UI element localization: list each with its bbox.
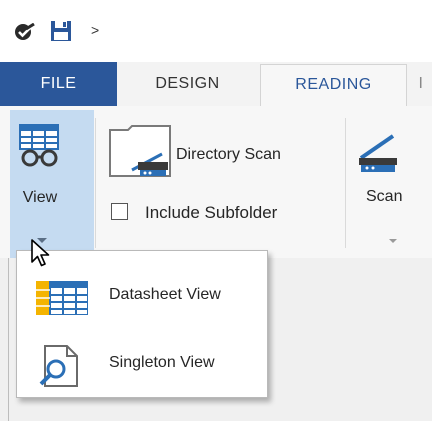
menu-item-label: Singleton View xyxy=(109,354,215,371)
tab-design[interactable]: DESIGN xyxy=(117,62,258,106)
directory-scan-button[interactable]: Directory Scan xyxy=(176,146,281,164)
mouse-pointer-icon xyxy=(30,238,52,273)
quick-access-toolbar: > xyxy=(0,0,432,62)
chevron-down-icon[interactable] xyxy=(389,239,397,243)
tab-overflow[interactable]: I xyxy=(410,62,432,106)
view-dropdown-menu: Datasheet View Singleton View xyxy=(16,250,268,398)
datasheet-grid-icon xyxy=(36,280,89,320)
view-button[interactable]: View xyxy=(10,110,94,258)
menu-item-datasheet-view[interactable]: Datasheet View xyxy=(17,259,267,327)
include-subfolder-checkbox[interactable] xyxy=(111,203,128,220)
group-divider xyxy=(345,118,346,248)
view-grid-glasses-icon xyxy=(18,124,62,173)
menu-item-singleton-view[interactable]: Singleton View xyxy=(17,327,267,395)
document-edge xyxy=(8,258,9,421)
customize-toolbar-button[interactable]: > xyxy=(91,22,99,38)
checkmark-circle-icon[interactable] xyxy=(14,22,36,46)
menu-item-label: Datasheet View xyxy=(109,286,221,303)
document-magnifier-icon xyxy=(37,344,81,393)
view-button-label: View xyxy=(22,189,58,206)
directory-scan-icon[interactable] xyxy=(108,124,174,185)
ribbon-tab-row: FILE DESIGN READING I xyxy=(0,62,432,108)
tab-file[interactable]: FILE xyxy=(0,62,117,106)
floppy-save-icon[interactable] xyxy=(50,20,72,47)
group-divider xyxy=(95,118,96,248)
scanner-icon[interactable] xyxy=(357,130,401,179)
tab-reading[interactable]: READING xyxy=(260,64,407,108)
scan-button[interactable]: Scan xyxy=(366,188,402,206)
include-subfolder-label[interactable]: Include Subfolder xyxy=(145,203,277,223)
